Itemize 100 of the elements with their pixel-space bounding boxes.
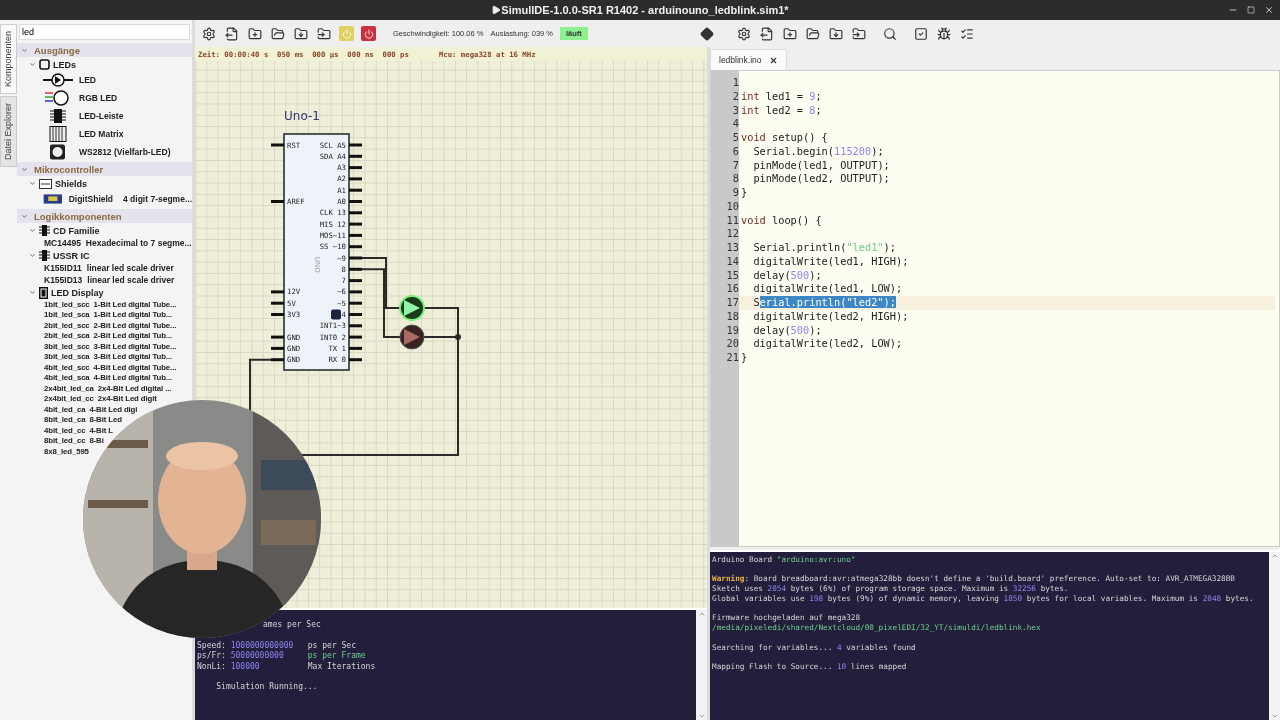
code-line: void setup() { bbox=[740, 131, 829, 145]
component-name[interactable]: LED bbox=[79, 75, 96, 85]
category-header[interactable]: Mikrocontroller bbox=[17, 162, 192, 176]
open-button[interactable] bbox=[270, 25, 286, 42]
side-tab[interactable]: Datei Explorer bbox=[0, 96, 17, 168]
group-label[interactable]: CD Familie bbox=[53, 225, 100, 236]
pin[interactable] bbox=[271, 301, 284, 305]
pin[interactable] bbox=[349, 233, 362, 237]
code-line: digitalWrite(led2, HIGH); bbox=[752, 309, 910, 324]
group-label[interactable]: LED Display bbox=[51, 287, 104, 298]
line-number: 13 bbox=[725, 241, 739, 255]
arduino-board[interactable] bbox=[283, 133, 350, 371]
line-number: 1 bbox=[731, 76, 739, 90]
component-name[interactable]: DigitShield bbox=[68, 194, 114, 204]
pin[interactable] bbox=[349, 177, 362, 181]
component-name[interactable]: MC14495 bbox=[44, 238, 81, 248]
code-line: delay(500); bbox=[752, 323, 823, 338]
search-button[interactable] bbox=[881, 25, 898, 42]
pin[interactable] bbox=[271, 335, 284, 339]
new-folder-button[interactable] bbox=[247, 25, 263, 42]
search-field[interactable]: led bbox=[19, 24, 190, 40]
code-line: delay(500); bbox=[752, 268, 823, 283]
component-name[interactable]: LED Matrix bbox=[79, 129, 124, 139]
pin[interactable] bbox=[349, 245, 362, 249]
line-number: 3 bbox=[731, 103, 739, 118]
pin[interactable] bbox=[349, 211, 362, 215]
code-line: Serial.println("led1"); bbox=[752, 241, 897, 255]
pin[interactable] bbox=[349, 154, 362, 158]
pin[interactable] bbox=[271, 346, 284, 350]
line-number: 5 bbox=[731, 131, 739, 145]
component-description: linear led scale driver bbox=[86, 263, 174, 273]
debug-button[interactable] bbox=[935, 25, 952, 42]
export-button[interactable] bbox=[224, 25, 240, 42]
pin[interactable] bbox=[349, 346, 362, 350]
save-as-button[interactable] bbox=[316, 25, 332, 42]
component-name[interactable]: WS2812 (Vielfarb-LED) bbox=[79, 147, 171, 157]
code-line: pinMode(led1, OUTPUT); bbox=[752, 158, 891, 173]
code-line: pinMode(led2, OUTPUT); bbox=[752, 172, 891, 186]
board-icon bbox=[39, 178, 52, 189]
code-line: } bbox=[740, 186, 749, 200]
group-label[interactable]: Shields bbox=[55, 178, 87, 189]
pin[interactable] bbox=[271, 358, 284, 362]
pin[interactable] bbox=[349, 324, 362, 328]
power-button[interactable] bbox=[361, 26, 376, 41]
pin[interactable] bbox=[349, 188, 362, 192]
code-line: Serial.begin(115200); bbox=[752, 144, 885, 159]
settings-button[interactable] bbox=[735, 25, 752, 42]
pin[interactable] bbox=[349, 279, 362, 283]
line-number: 21 bbox=[725, 351, 739, 365]
status-square-icon bbox=[331, 309, 341, 320]
category-header[interactable]: Logikkomponenten bbox=[17, 209, 192, 223]
code-line: int led2 = 8; bbox=[740, 103, 823, 118]
info-button[interactable] bbox=[698, 25, 715, 42]
line-number: 12 bbox=[725, 227, 739, 241]
component-name[interactable]: K155ID13 bbox=[44, 275, 83, 285]
close-icon[interactable] bbox=[1264, 5, 1274, 15]
console-line: ps/Fr: 50000000000 ps per Frame bbox=[197, 651, 367, 662]
save-button[interactable] bbox=[827, 25, 844, 42]
component-description: 4 digit 7-segme... bbox=[123, 194, 192, 204]
line-number: 8 bbox=[731, 172, 739, 186]
close-icon[interactable] bbox=[768, 55, 778, 65]
component-name[interactable]: K155ID11 bbox=[44, 263, 82, 273]
new-folder-button[interactable] bbox=[781, 25, 798, 42]
group-label[interactable]: LEDs bbox=[53, 59, 76, 70]
pin[interactable] bbox=[349, 358, 362, 362]
console-line: Simulation Running... bbox=[215, 681, 319, 692]
shield-board-icon bbox=[43, 191, 63, 207]
console-line: Speed: 1000000000000 ps per Sec bbox=[197, 640, 357, 651]
app-icon bbox=[491, 5, 502, 15]
settings-button[interactable] bbox=[201, 25, 217, 42]
line-number: 2 bbox=[731, 89, 739, 104]
save-as-button[interactable] bbox=[850, 25, 867, 42]
save-button[interactable] bbox=[293, 25, 309, 42]
led-symbol-icon bbox=[43, 73, 73, 87]
pin[interactable] bbox=[349, 222, 362, 226]
line-number: 14 bbox=[725, 254, 739, 269]
component-name[interactable]: LED-Leiste bbox=[79, 111, 124, 121]
pin[interactable] bbox=[349, 290, 362, 294]
pin[interactable] bbox=[349, 335, 362, 339]
console-line: NonLi: 100000 Max Iterations bbox=[197, 661, 377, 672]
line-number: 15 bbox=[725, 268, 739, 283]
maximize-icon[interactable] bbox=[1247, 6, 1255, 14]
pin[interactable] bbox=[349, 301, 362, 305]
open-button[interactable] bbox=[804, 25, 821, 42]
pin[interactable] bbox=[271, 290, 284, 294]
export-button[interactable] bbox=[758, 25, 775, 42]
line-number: 10 bbox=[725, 199, 739, 214]
line-number: 20 bbox=[725, 337, 739, 351]
window-title: SimulIDE-1.0.0-SR1 R1402 - arduinouno_ledblink.sim1* bbox=[501, 4, 789, 16]
category-header[interactable]: Ausgänge bbox=[17, 43, 192, 57]
pin[interactable] bbox=[349, 166, 362, 170]
verify-button[interactable] bbox=[912, 25, 929, 42]
group-label[interactable]: USSR IC bbox=[53, 250, 90, 261]
component-description: linear led scale driver bbox=[87, 275, 175, 285]
pin[interactable] bbox=[349, 267, 362, 271]
code-line: digitalWrite(led2, LOW); bbox=[752, 337, 904, 351]
line-number: 4 bbox=[731, 117, 739, 131]
editor-tab[interactable]: ledblink.ino bbox=[710, 49, 787, 70]
component-name[interactable]: RGB LED bbox=[79, 93, 118, 103]
side-tab[interactable]: Komponenten bbox=[0, 24, 17, 95]
